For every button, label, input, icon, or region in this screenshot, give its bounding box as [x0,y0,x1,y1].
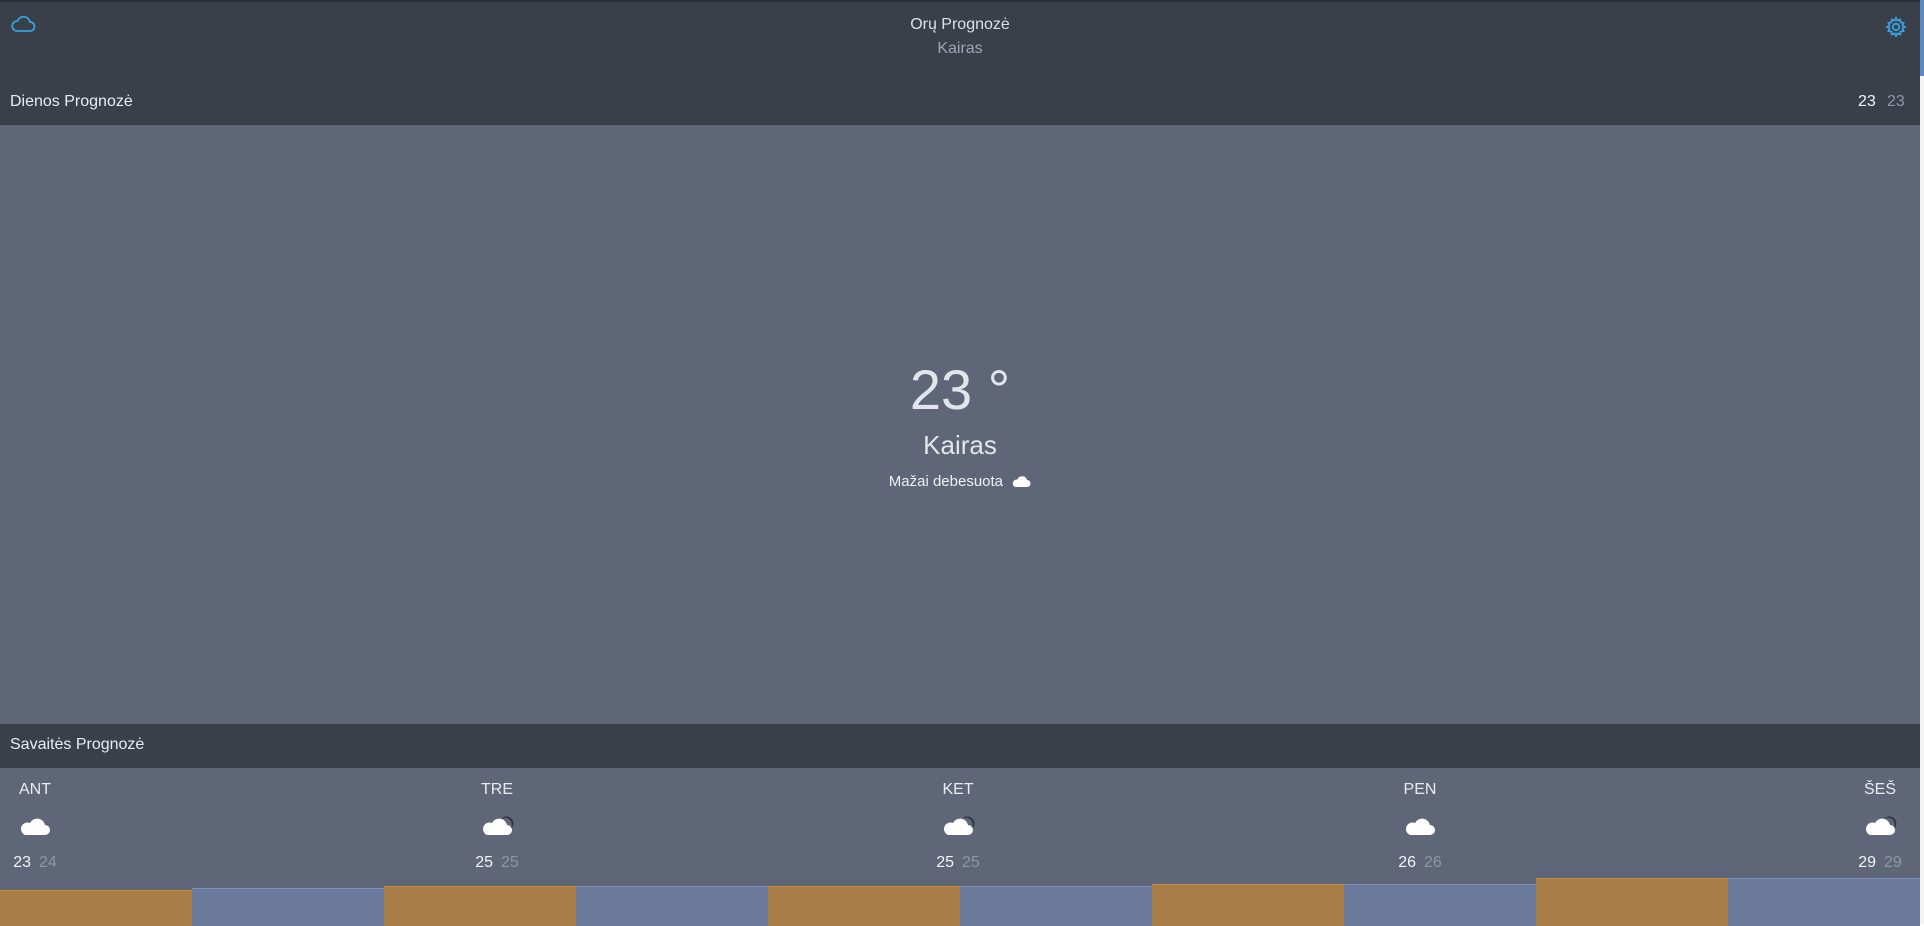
app-title: Orų Prognozė [910,16,1010,33]
day-high-temp: 26 [1398,854,1416,871]
temperature-bar-low [1344,884,1536,926]
day-low-temp: 25 [962,854,980,871]
location-subtitle: Kairas [937,40,983,57]
temperature-bar-high [0,890,192,926]
cloud-icon [1405,814,1439,838]
day-low-temp: 25 [501,854,519,871]
scrollbar-thumb[interactable] [1920,0,1924,76]
day-name: ŠEŠ [1863,781,1896,798]
temperature-bar-high [1152,884,1344,926]
temperature-bar-high [768,886,960,926]
cloud-night-icon [943,814,977,838]
cloud-night-icon [1865,814,1899,838]
cloud-icon [1013,476,1031,487]
day-column: ŠEŠ 29 29 [1850,768,1910,871]
day-name: PEN [1403,781,1437,798]
week-forecast-label: Savaitės Prognozė [10,736,145,753]
day-temps: 25 25 [467,854,527,872]
day-temps: 23 24 [5,854,65,872]
app-header: Orų Prognozė Kairas [0,2,1920,82]
scrollbar[interactable] [1920,0,1924,924]
day-low-temp: 29 [1884,854,1902,871]
temperature-bar-low [192,888,384,926]
day-name: ANT [19,781,51,798]
day-high-temp: 25 [475,854,493,871]
temperature-bar-high [1536,878,1728,926]
temperature-bar-low [1728,878,1920,926]
day-high-temp: 29 [1858,854,1876,871]
day-name: TRE [481,781,513,798]
day-forecast-bar: Dienos Prognozė 23 23 [0,82,1920,125]
week-forecast: ANT 23 24 TRE 25 25 KET 25 25 PEN 26 26 ŠEŠ 29 29 [0,768,1920,926]
day-column: PEN 26 26 [1390,768,1450,871]
current-city: Kairas [923,430,997,460]
day-high-temp: 23 [13,854,31,871]
day-temps: 29 29 [1850,854,1910,872]
day-low-temp: 24 [39,854,57,871]
day-temps: 25 25 [928,854,988,872]
day-column: KET 25 25 [928,768,988,871]
day-low-temp: 26 [1424,854,1442,871]
day-low-temp: 23 [1887,93,1905,110]
day-name: KET [942,781,974,798]
day-column: TRE 25 25 [467,768,527,871]
current-weather-panel: 23 ° Kairas Mažai debesuota [0,125,1920,724]
temperature-bar-high [384,886,576,926]
day-high-temp: 25 [936,854,954,871]
current-temperature: 23 ° [909,358,1011,421]
temperature-bar-low [960,886,1152,926]
weather-app: Orų Prognozė Kairas Dienos Prognozė 23 2… [0,0,1920,926]
day-temps: 26 26 [1390,854,1450,872]
current-description-line: Mažai debesuota [0,473,1920,490]
cloud-night-icon [482,814,516,838]
gear-icon[interactable] [1885,16,1907,38]
day-forecast-label: Dienos Prognozė [10,93,133,110]
day-column: ANT 23 24 [5,768,65,871]
current-description: Mažai debesuota [888,473,1004,490]
temperature-bar-low [576,886,768,926]
cloud-icon [20,814,54,838]
day-high-temp: 23 [1858,93,1876,110]
week-forecast-bar: Savaitės Prognozė [0,724,1920,768]
